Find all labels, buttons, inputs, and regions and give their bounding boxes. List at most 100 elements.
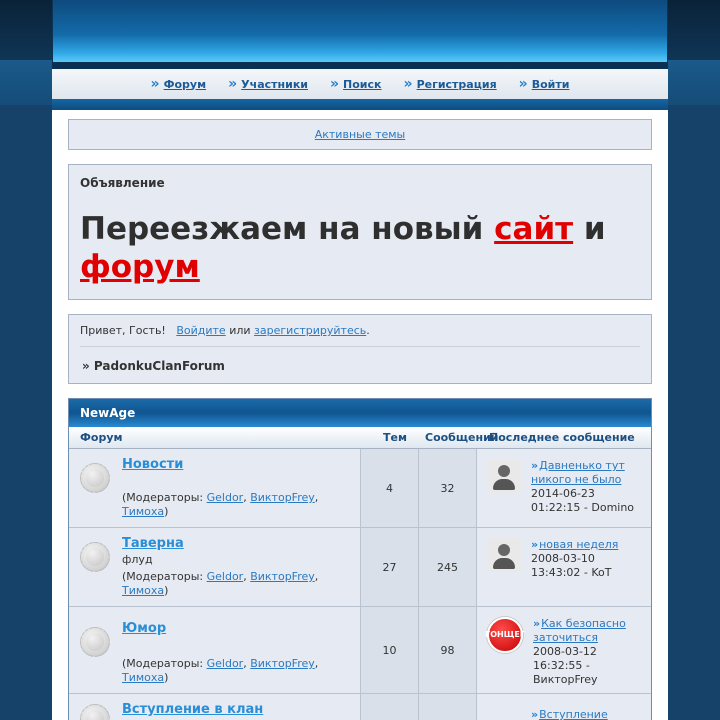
nav-item-register[interactable]: » Регистрация (404, 77, 497, 91)
nav-link-members[interactable]: Участники (241, 78, 308, 91)
last-post-meta: 2014-06-23 01:22:15 - Domino (531, 487, 635, 514)
table-row: Вступление в клан » Вступление (69, 694, 651, 720)
avatar[interactable]: ГОНЩЕГ (485, 617, 525, 653)
nav-bottom-bar (52, 99, 668, 110)
last-post-link[interactable]: Как безопасно заточиться (533, 617, 626, 644)
moderator-link[interactable]: ВикторFrey (250, 657, 315, 670)
register-link[interactable]: зарегистрируйтесь (254, 324, 366, 337)
forum-name-link[interactable]: Вступление в клан (122, 702, 263, 717)
forum-status-icon (80, 463, 110, 493)
col-last-post: Последнее сообщение (489, 431, 635, 444)
last-post-cell: » новая неделя 2008-03-10 13:43:02 - KoT (477, 528, 651, 606)
raquo-icon: » (403, 76, 413, 92)
forum-cell: Вступление в клан (69, 694, 361, 720)
forum-description (122, 638, 354, 654)
moderator-link[interactable]: Geldor (207, 491, 244, 504)
topics-count: 10 (361, 607, 419, 693)
category-header: NewAge (69, 399, 651, 427)
nav-item-search[interactable]: » Поиск (330, 77, 382, 91)
announcement-site-link[interactable]: сайт (494, 211, 573, 247)
main-content: Активные темы Объявление Переезжаем на н… (52, 110, 668, 720)
raquo-icon: » (531, 538, 538, 551)
forum-status-icon (80, 704, 110, 720)
moderators-label: (Модераторы: (122, 570, 207, 583)
announcement-text-2: и (573, 211, 606, 247)
announcement-text-1: Переезжаем на новый (80, 211, 495, 247)
last-post-cell: » Вступление (477, 694, 651, 720)
nav-link-search[interactable]: Поиск (343, 78, 381, 91)
moderator-link[interactable]: Geldor (207, 570, 244, 583)
nav-link-register[interactable]: Регистрация (417, 78, 497, 91)
topics-count (361, 694, 419, 720)
dot-text: . (366, 324, 370, 337)
forum-moderators: (Модераторы: Geldor, ВикторFrey, Тимоха) (122, 491, 319, 518)
nav-item-members[interactable]: » Участники (228, 77, 308, 91)
raquo-icon: » (518, 76, 528, 92)
col-topics: Тем (383, 431, 407, 444)
moderator-link[interactable]: Тимоха (122, 505, 164, 518)
topics-count: 27 (361, 528, 419, 606)
announcement-title: Объявление (80, 176, 165, 190)
forum-moderators: (Модераторы: Geldor, ВикторFrey, Тимоха) (122, 570, 319, 597)
last-post-link[interactable]: новая неделя (539, 538, 618, 551)
moderators-label: (Модераторы: (122, 491, 207, 504)
greeting-text: Привет, Гость! (80, 324, 166, 337)
raquo-icon: » (531, 459, 538, 472)
topics-count: 4 (361, 449, 419, 527)
last-post-link[interactable]: Вступление (539, 708, 608, 720)
moderator-link[interactable]: ВикторFrey (250, 491, 315, 504)
welcome-box: Привет, Гость! Войдите или зарегистрируй… (68, 314, 652, 384)
forum-name-link[interactable]: Юмор (122, 621, 354, 636)
last-post-meta: 2008-03-10 13:43:02 - KoT (531, 552, 612, 579)
last-post-cell: » Давненько тут никого не было 2014-06-23… (477, 449, 651, 527)
forum-description: флуд (122, 553, 153, 566)
breadcrumb[interactable]: » PadonkuClanForum (80, 359, 640, 373)
table-row: Новости (Модераторы: Geldor, ВикторFrey,… (69, 449, 651, 528)
raquo-icon: » (150, 76, 160, 92)
nav-link-login[interactable]: Войти (532, 78, 570, 91)
nav-link-forum[interactable]: Форум (164, 78, 207, 91)
forum-moderators: (Модераторы: Geldor, ВикторFrey, Тимоха) (122, 657, 319, 684)
posts-count: 98 (419, 607, 477, 693)
announcement-forum-link[interactable]: форум (80, 249, 200, 285)
table-row: Юмор (Модераторы: Geldor, ВикторFrey, Ти… (69, 607, 651, 694)
nav-item-forum[interactable]: » Форум (151, 77, 207, 91)
forum-cell: Юмор (Модераторы: Geldor, ВикторFrey, Ти… (69, 607, 361, 693)
moderator-link[interactable]: Geldor (207, 657, 244, 670)
moderator-link[interactable]: Тимоха (122, 584, 164, 597)
site-header (52, 0, 668, 62)
or-text: или (229, 324, 251, 337)
moderators-label: (Модераторы: (122, 657, 207, 670)
forum-table: NewAge Форум Тем Сообщений Последнее соо… (68, 398, 652, 720)
welcome-line: Привет, Гость! Войдите или зарегистрируй… (80, 324, 640, 347)
forum-name-link[interactable]: Новости (122, 457, 354, 472)
last-post-link[interactable]: Давненько тут никого не было (531, 459, 625, 486)
forum-name-link[interactable]: Таверна (122, 536, 354, 551)
forum-description (122, 474, 354, 488)
raquo-icon: » (228, 76, 237, 92)
avatar[interactable] (487, 538, 521, 572)
col-posts: Сообщений (425, 431, 499, 444)
posts-count: 245 (419, 528, 477, 606)
nav-item-login[interactable]: » Войти (519, 77, 570, 91)
forum-status-icon (80, 627, 110, 657)
category-name[interactable]: NewAge (80, 406, 135, 420)
moderator-link[interactable]: ВикторFrey (250, 570, 315, 583)
avatar[interactable] (487, 459, 521, 493)
active-topics-link[interactable]: Активные темы (315, 128, 406, 141)
login-link[interactable]: Войдите (176, 324, 225, 337)
active-topics-box: Активные темы (68, 119, 652, 150)
forum-status-icon (80, 542, 110, 572)
raquo-icon: » (330, 76, 339, 92)
table-row: Таверна флуд (Модераторы: Geldor, Виктор… (69, 528, 651, 607)
moderator-link[interactable]: Тимоха (122, 671, 164, 684)
col-forum: Форум (80, 431, 123, 444)
last-post-cell: ГОНЩЕГ » Как безопасно заточиться 2008-03… (477, 607, 651, 693)
posts-count (419, 694, 477, 720)
column-headers: Форум Тем Сообщений Последнее сообщение (69, 427, 651, 449)
last-post-meta: 2008-03-12 16:32:55 - ВикторFrey (533, 645, 598, 686)
announcement-box: Объявление Переезжаем на новый сайт и фо… (68, 164, 652, 300)
posts-count: 32 (419, 449, 477, 527)
main-nav: » Форум » Участники » Поиск » Регистраци… (52, 69, 668, 99)
raquo-icon: » (533, 617, 540, 630)
